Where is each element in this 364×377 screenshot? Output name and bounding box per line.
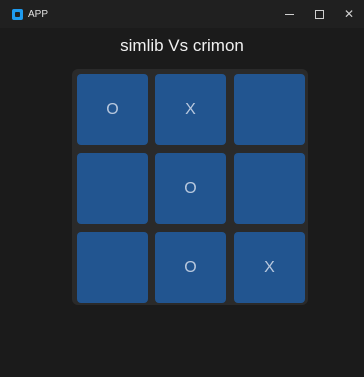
cell-1-1[interactable]: O bbox=[155, 153, 226, 224]
close-icon: ✕ bbox=[343, 7, 355, 21]
app-icon bbox=[12, 8, 23, 20]
match-title: simlib Vs crimon bbox=[120, 36, 244, 55]
minimize-icon bbox=[284, 13, 294, 15]
app-title: APP bbox=[28, 8, 49, 20]
cell-2-2[interactable]: X bbox=[234, 232, 305, 303]
close-button[interactable]: ✕ bbox=[334, 0, 364, 28]
cell-0-1[interactable]: X bbox=[155, 74, 226, 145]
window-controls: ✕ bbox=[274, 0, 364, 28]
maximize-icon bbox=[314, 9, 324, 19]
title-bar: APP ✕ bbox=[0, 0, 364, 28]
cell-0-0[interactable]: O bbox=[77, 74, 148, 145]
maximize-button[interactable] bbox=[304, 0, 334, 28]
game-board: O X O O X bbox=[72, 69, 308, 305]
cell-2-0[interactable] bbox=[77, 232, 148, 303]
minimize-button[interactable] bbox=[274, 0, 304, 28]
cell-2-1[interactable]: O bbox=[155, 232, 226, 303]
cell-1-0[interactable] bbox=[77, 153, 148, 224]
cell-0-2[interactable] bbox=[234, 74, 305, 145]
cell-1-2[interactable] bbox=[234, 153, 305, 224]
